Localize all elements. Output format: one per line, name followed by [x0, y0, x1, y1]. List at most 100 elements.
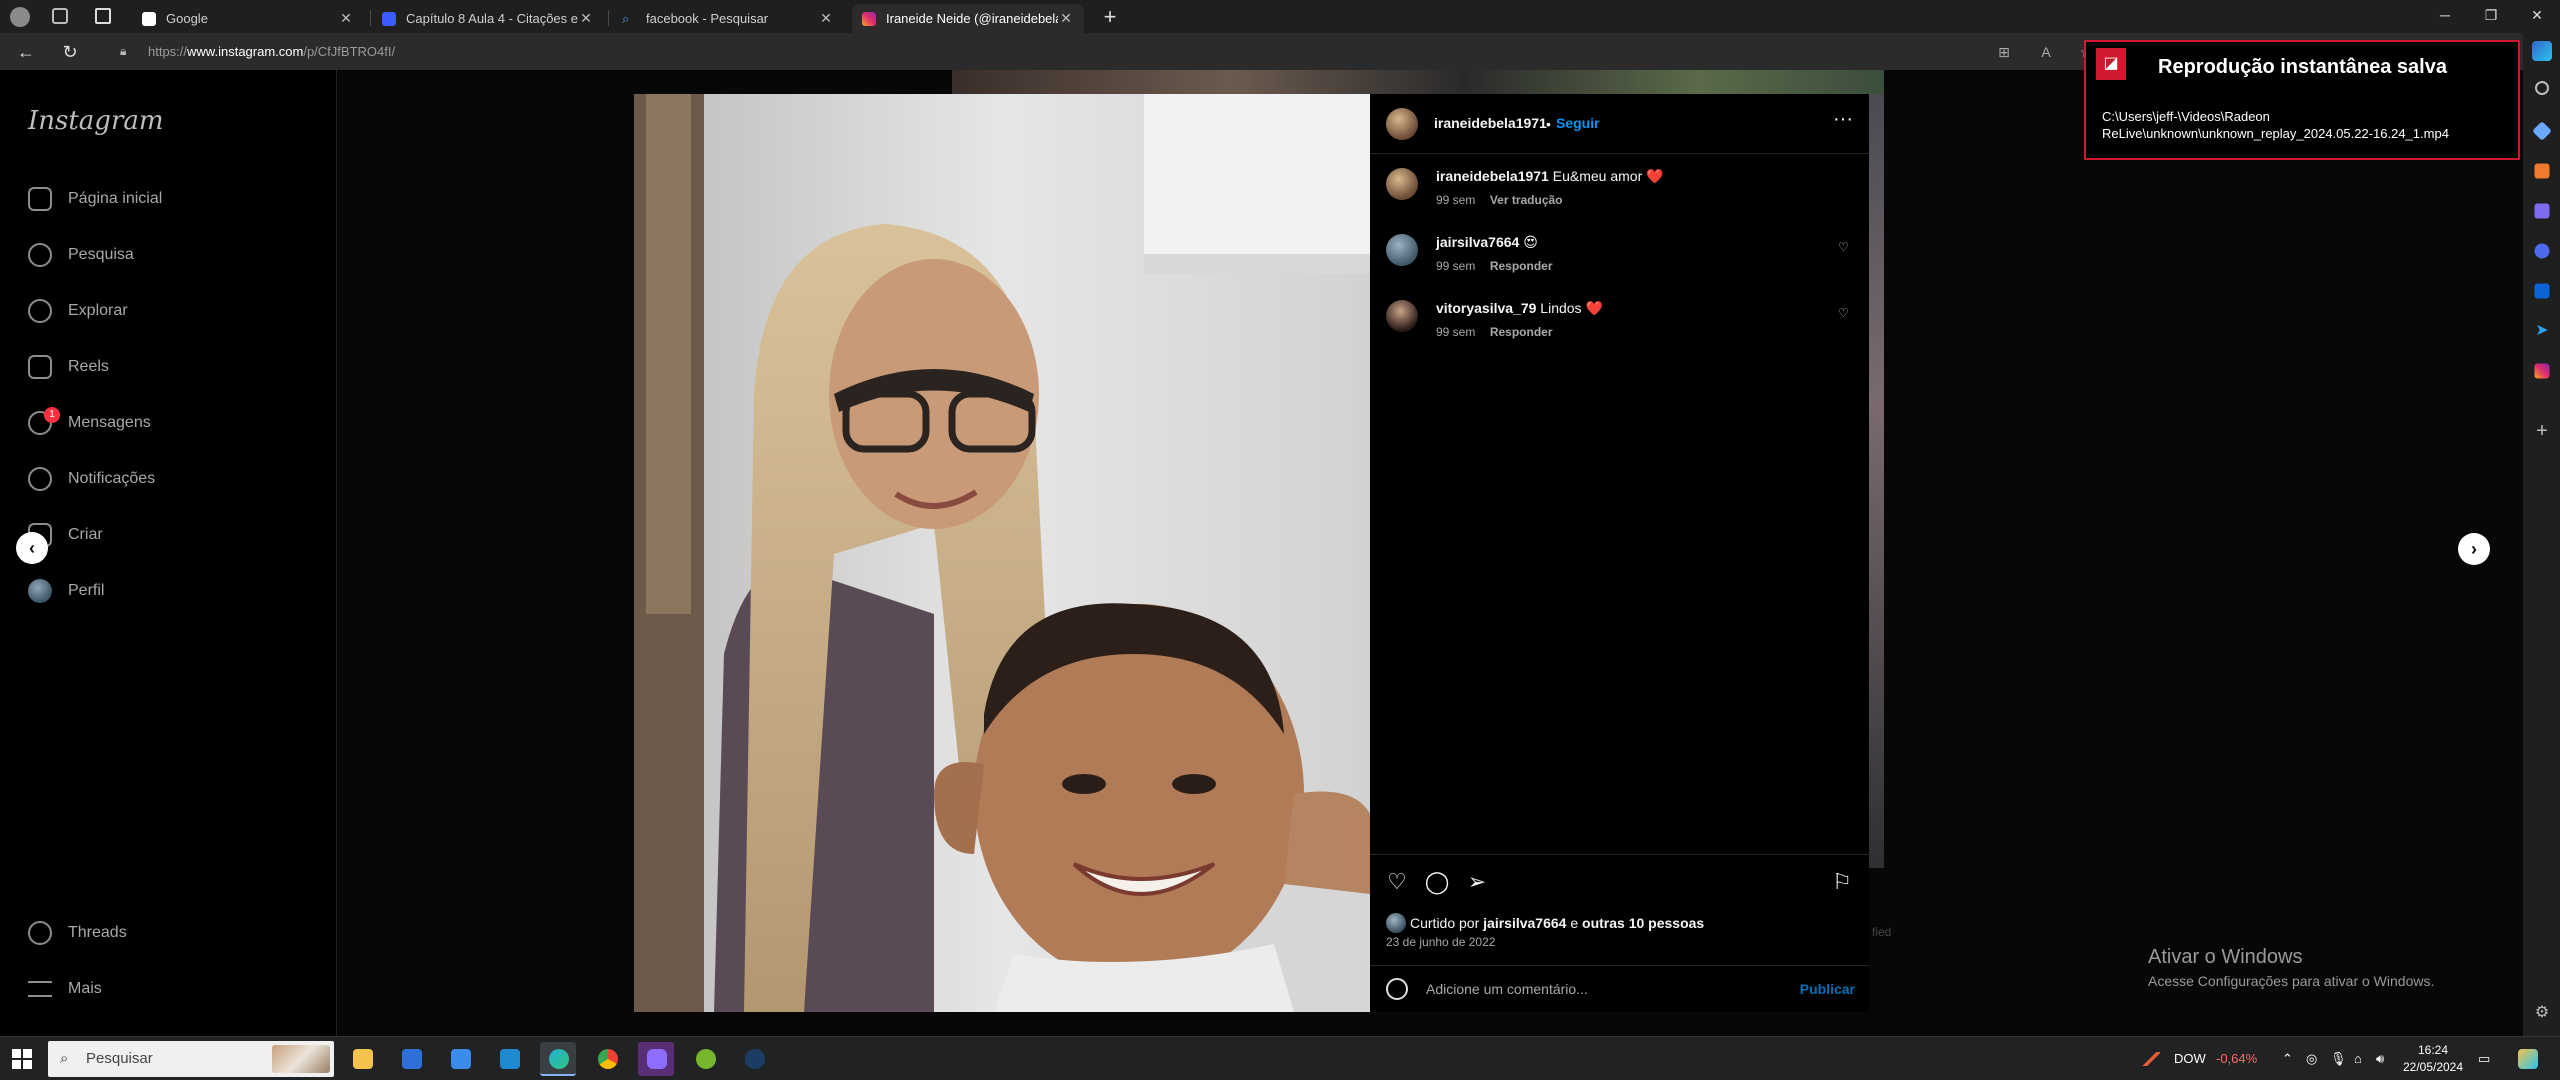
share-send-icon[interactable]: ➢ — [1464, 869, 1490, 895]
author-username[interactable]: iraneidebela1971 — [1434, 115, 1547, 131]
show-hidden-icons-chevron-up-icon[interactable]: ⌃ — [2282, 1037, 2293, 1080]
tray-app-icon[interactable]: ◎ — [2306, 1037, 2317, 1080]
replay-saved-notification[interactable]: ◪ Reprodução instantânea salva C:\Users\… — [2084, 40, 2520, 160]
post-date[interactable]: 23 de junho de 2022 — [1386, 935, 1495, 949]
likes-summary: Curtido por jairsilva7664 e outras 10 pe… — [1386, 913, 1704, 933]
nav-profile[interactable]: Perfil — [28, 574, 104, 608]
workspaces-icon[interactable] — [52, 8, 68, 24]
nav-notifications[interactable]: Notificações — [28, 462, 155, 496]
like-heart-icon[interactable]: ♡ — [1384, 869, 1410, 895]
comment-avatar[interactable] — [1386, 300, 1418, 332]
app-available-icon[interactable]: ⊞ — [1994, 42, 2014, 62]
tab-instagram[interactable]: Iraneide Neide (@iraneidebela19 ✕ — [852, 4, 1084, 33]
nav-search[interactable]: Pesquisa — [28, 238, 134, 272]
tab-facebook-search[interactable]: ⌕ facebook - Pesquisar ✕ — [612, 4, 844, 33]
stock-widget-icon[interactable] — [2142, 1037, 2164, 1080]
more-options-icon[interactable]: ··· — [1833, 108, 1853, 131]
microsoft-365-icon[interactable] — [2534, 243, 2550, 259]
caption-time[interactable]: 99 sem — [1436, 193, 1475, 207]
address-bar[interactable]: 🔒︎ https://www.instagram.com/p/CfJfBTRO4… — [110, 37, 2070, 66]
taskbar-utorrent[interactable] — [687, 1042, 723, 1076]
comment-avatar[interactable] — [1386, 234, 1418, 266]
profile-avatar-icon[interactable] — [10, 7, 30, 27]
outlook-icon[interactable] — [2534, 283, 2550, 299]
comment-input[interactable]: Adicione um comentário... — [1426, 981, 1588, 997]
copilot-icon[interactable] — [2532, 41, 2552, 61]
nav-explore[interactable]: Explorar — [28, 294, 128, 328]
tab-capitulo[interactable]: Capítulo 8 Aula 4 - Citações e Co ✕ — [372, 4, 604, 33]
like-comment-heart-icon[interactable]: ♡ — [1838, 306, 1850, 320]
nav-messages[interactable]: 1 Mensagens — [28, 406, 151, 440]
new-tab-button[interactable]: + — [1098, 4, 1122, 30]
tab-google[interactable]: Google ✕ — [132, 4, 364, 33]
games-icon[interactable] — [2534, 203, 2550, 219]
search-icon[interactable] — [2535, 81, 2549, 95]
notification-center-icon[interactable]: ▭ — [2478, 1037, 2490, 1080]
previous-post-arrow[interactable]: ‹ — [16, 532, 48, 564]
edge-sidebar: ➤ + ⚙ — [2523, 33, 2560, 1036]
read-aloud-icon[interactable]: A — [2036, 42, 2056, 62]
instagram-logo[interactable]: Instagram — [28, 106, 164, 136]
comment-line: jairsilva7664 😍 — [1436, 234, 1538, 251]
comment-time[interactable]: 99 sem — [1436, 325, 1475, 339]
taskbar-edge[interactable] — [540, 1042, 576, 1076]
comment-bubble-icon[interactable]: ◯ — [1424, 869, 1450, 895]
emoji-icon[interactable] — [1386, 978, 1408, 1000]
restore-button[interactable]: ❐ — [2468, 0, 2514, 33]
post-photo[interactable] — [634, 94, 1370, 1012]
copilot-taskbar-icon[interactable] — [2518, 1037, 2538, 1080]
see-translation-button[interactable]: Ver tradução — [1490, 193, 1563, 207]
close-tab-icon[interactable]: ✕ — [1058, 10, 1074, 27]
sidebar-settings-icon[interactable]: ⚙ — [2532, 1003, 2552, 1023]
volume-icon[interactable]: 🔊︎ — [2376, 1037, 2384, 1080]
caption-username[interactable]: iraneidebela1971 — [1436, 168, 1549, 184]
save-bookmark-icon[interactable]: ⚐ — [1829, 869, 1855, 895]
taskbar-search-box[interactable]: ⌕ Pesquisar — [48, 1041, 334, 1077]
add-sidebar-app-icon[interactable]: + — [2532, 421, 2552, 441]
reply-button[interactable]: Responder — [1490, 325, 1553, 339]
next-post-arrow[interactable]: › — [2458, 533, 2490, 565]
liked-by-user[interactable]: jairsilva7664 — [1483, 915, 1566, 931]
nav-reels[interactable]: Reels — [28, 350, 109, 384]
liked-others-link[interactable]: outras 10 pessoas — [1582, 915, 1704, 931]
telegram-icon[interactable]: ➤ — [2532, 321, 2552, 341]
network-icon[interactable]: ⌂ — [2354, 1037, 2362, 1080]
follow-button[interactable]: Seguir — [1556, 115, 1600, 131]
refresh-button[interactable]: ↻ — [56, 39, 84, 65]
taskbar-steam[interactable] — [736, 1042, 772, 1076]
taskbar-chrome[interactable] — [589, 1042, 625, 1076]
tab-actions-icon[interactable] — [95, 8, 111, 24]
nav-more[interactable]: Mais — [28, 972, 102, 1006]
background-feed-strip — [952, 70, 1884, 94]
instagram-icon[interactable] — [2534, 363, 2550, 379]
shopping-tag-icon[interactable] — [2532, 121, 2552, 141]
nav-home[interactable]: Página inicial — [28, 182, 162, 216]
stock-change[interactable]: -0,64% — [2216, 1037, 2257, 1080]
search-icon — [28, 243, 52, 267]
taskbar-file-explorer[interactable] — [344, 1042, 380, 1076]
system-clock[interactable]: 16:24 22/05/2024 — [2396, 1042, 2470, 1076]
nav-threads[interactable]: Threads — [28, 916, 127, 950]
close-tab-icon[interactable]: ✕ — [818, 10, 834, 27]
comment-username[interactable]: vitoryasilva_79 — [1436, 300, 1536, 316]
comment-time[interactable]: 99 sem — [1436, 259, 1475, 273]
tools-icon[interactable] — [2534, 163, 2550, 179]
microphone-icon[interactable]: 🎙︎ — [2330, 1037, 2347, 1080]
comment-username[interactable]: jairsilva7664 — [1436, 234, 1519, 250]
like-comment-heart-icon[interactable]: ♡ — [1838, 240, 1850, 254]
taskbar-mail[interactable] — [442, 1042, 478, 1076]
taskbar-vscode[interactable] — [491, 1042, 527, 1076]
taskbar-discord[interactable] — [638, 1042, 674, 1076]
close-tab-icon[interactable]: ✕ — [338, 10, 354, 27]
author-avatar[interactable] — [1386, 108, 1418, 140]
close-window-button[interactable]: ✕ — [2514, 0, 2560, 33]
taskbar-microsoft-store[interactable] — [393, 1042, 429, 1076]
stock-ticker[interactable]: DOW — [2174, 1037, 2206, 1080]
start-button-windows-icon[interactable] — [12, 1049, 32, 1069]
reply-button[interactable]: Responder — [1490, 259, 1553, 273]
publish-button[interactable]: Publicar — [1800, 981, 1855, 997]
minimize-button[interactable]: ─ — [2422, 0, 2468, 33]
close-tab-icon[interactable]: ✕ — [578, 10, 594, 27]
caption-avatar[interactable] — [1386, 168, 1418, 200]
back-button[interactable]: ← — [12, 39, 40, 65]
